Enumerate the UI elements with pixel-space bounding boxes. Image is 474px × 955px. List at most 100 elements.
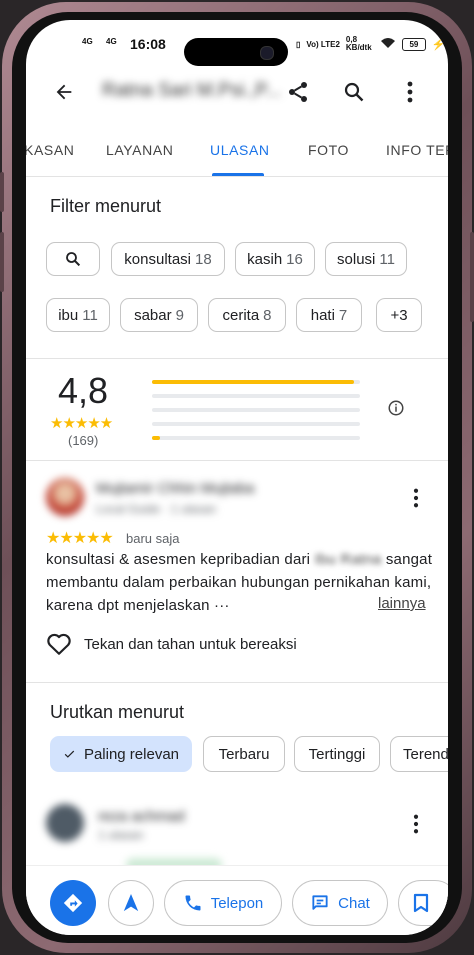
navigation-arrow-icon bbox=[123, 894, 139, 912]
sort-chip-highest[interactable]: Tertinggi bbox=[294, 736, 380, 772]
react-label: Tekan dan tahan untuk bereaksi bbox=[84, 635, 297, 653]
directions-button[interactable] bbox=[50, 880, 96, 926]
active-tab-indicator bbox=[212, 173, 264, 176]
check-icon bbox=[64, 750, 75, 758]
volte-label: Vo) LTE2 bbox=[306, 39, 340, 49]
directions-icon bbox=[63, 893, 83, 913]
chip-label: Tertinggi bbox=[308, 745, 366, 763]
more-options-button[interactable] bbox=[392, 74, 428, 110]
read-more-link[interactable]: lainnya bbox=[378, 595, 426, 612]
rating-bar-4 bbox=[152, 394, 360, 398]
sort-title: Urutkan menurut bbox=[50, 702, 185, 722]
review-time: baru saja bbox=[126, 531, 180, 546]
divider bbox=[26, 358, 448, 359]
review-search-chip[interactable] bbox=[46, 242, 100, 276]
filter-chip-sabar[interactable]: sabar 9 bbox=[120, 298, 198, 332]
reviewer-avatar[interactable] bbox=[46, 478, 84, 516]
sort-chip-lowest[interactable]: Terend bbox=[390, 736, 448, 772]
tab-info[interactable]: INFO TER bbox=[386, 142, 448, 158]
phone-side-button bbox=[0, 172, 4, 212]
top-app-bar: Ratna Sari M.Psi.,P... bbox=[26, 64, 448, 120]
sort-chip-newest[interactable]: Terbaru bbox=[203, 736, 285, 772]
review-text-redacted: Ibu Ratna bbox=[314, 551, 382, 568]
filter-chip-more[interactable]: +3 bbox=[376, 298, 422, 332]
chip-label: Terend bbox=[403, 745, 448, 763]
info-icon bbox=[388, 400, 404, 416]
filter-chip-solusi[interactable]: solusi 11 bbox=[325, 242, 407, 276]
camera-icon bbox=[260, 46, 274, 60]
filter-title: Filter menurut bbox=[50, 196, 162, 216]
reviewer-name[interactable]: reza achmad bbox=[98, 808, 185, 825]
filter-chip-kasih[interactable]: kasih 16 bbox=[235, 242, 315, 276]
chip-count: 11 bbox=[82, 306, 98, 324]
chip-count: 16 bbox=[286, 250, 303, 268]
reviewer-subtitle: Local Guide · 1 ulasan bbox=[96, 502, 217, 516]
screen: 4G 4G 16:08 ▯ Vo) LTE2 0,8 KB/dtk 59 ⚡ R… bbox=[26, 20, 448, 935]
charging-icon: ⚡ bbox=[431, 38, 446, 51]
chip-count: 9 bbox=[175, 306, 184, 324]
more-vert-icon bbox=[413, 488, 419, 508]
divider bbox=[26, 682, 448, 683]
review-more-button[interactable] bbox=[398, 806, 434, 842]
review-more-button[interactable] bbox=[398, 480, 434, 516]
chip-count: 7 bbox=[338, 306, 348, 324]
review-stars: ★★★★★ bbox=[46, 530, 114, 547]
status-bar: 4G 4G 16:08 ▯ Vo) LTE2 0,8 KB/dtk 59 ⚡ bbox=[26, 20, 448, 66]
chip-count: 8 bbox=[263, 306, 272, 324]
network-indicator: 4G bbox=[106, 37, 117, 46]
tab-photos[interactable]: FOTO bbox=[308, 142, 349, 158]
tab-overview[interactable]: KASAN bbox=[26, 142, 74, 158]
sort-chip-relevant[interactable]: Paling relevan bbox=[50, 736, 192, 772]
reviewer-avatar[interactable] bbox=[46, 804, 84, 842]
filter-chip-konsultasi[interactable]: konsultasi 18 bbox=[111, 242, 225, 276]
navigate-button[interactable] bbox=[108, 880, 154, 926]
chip-count: 18 bbox=[195, 250, 212, 268]
save-button[interactable] bbox=[398, 880, 448, 926]
search-icon bbox=[66, 252, 81, 267]
phone-side-button bbox=[470, 232, 474, 322]
rating-stars: ★★★★★ bbox=[50, 415, 113, 432]
arrow-back-icon bbox=[56, 84, 72, 100]
rating-bar-fill bbox=[152, 380, 354, 384]
phone-icon bbox=[185, 895, 201, 911]
filter-chip-cerita[interactable]: cerita 8 bbox=[208, 298, 286, 332]
tab-reviews[interactable]: ULASAN bbox=[210, 142, 270, 158]
vibrate-icon: ▯ bbox=[296, 39, 301, 49]
chip-label: Paling relevan bbox=[83, 745, 179, 763]
network-indicator: 4G bbox=[82, 37, 93, 46]
tab-bar: KASAN LAYANAN ULASAN FOTO INFO TER bbox=[26, 124, 448, 177]
filter-chip-hati[interactable]: hati 7 bbox=[296, 298, 362, 332]
status-time: 16:08 bbox=[130, 36, 166, 52]
chat-label: Chat bbox=[338, 894, 370, 912]
more-vert-icon bbox=[407, 81, 413, 103]
chip-label: hati bbox=[310, 306, 335, 324]
call-label: Telepon bbox=[210, 894, 264, 912]
filter-chip-ibu[interactable]: ibu 11 bbox=[46, 298, 110, 332]
react-button[interactable]: Tekan dan tahan untuk bereaksi bbox=[46, 632, 297, 656]
rating-bar-2 bbox=[152, 422, 360, 426]
reviewer-subtitle: 1 ulasan bbox=[98, 828, 144, 842]
rating-bar-fill bbox=[152, 436, 161, 440]
battery-icon: 59 bbox=[401, 37, 426, 51]
place-title: Ratna Sari M.Psi.,P... bbox=[102, 80, 282, 101]
heart-icon bbox=[47, 633, 71, 655]
rating-bar-1 bbox=[152, 436, 360, 440]
chat-button[interactable]: Chat bbox=[292, 880, 388, 926]
reviewer-name[interactable]: Mujtamir Chhin Mujtaba bbox=[96, 480, 254, 497]
tab-services[interactable]: LAYANAN bbox=[106, 142, 173, 158]
divider bbox=[26, 460, 448, 461]
status-icons: ▯ Vo) LTE2 0,8 KB/dtk 59 ⚡ bbox=[296, 36, 446, 52]
back-button[interactable] bbox=[46, 74, 82, 110]
call-button[interactable]: Telepon bbox=[164, 880, 282, 926]
rating-count: (169) bbox=[68, 433, 99, 448]
chip-label: kasih bbox=[247, 250, 283, 268]
wifi-icon bbox=[380, 37, 396, 52]
phone-side-button bbox=[0, 232, 4, 292]
search-button[interactable] bbox=[336, 74, 372, 110]
chip-label: konsultasi bbox=[124, 250, 191, 268]
chip-label: solusi bbox=[337, 250, 376, 268]
rating-bar-3 bbox=[152, 408, 360, 412]
camera-island bbox=[184, 38, 288, 66]
share-button[interactable] bbox=[280, 74, 316, 110]
rating-info-button[interactable] bbox=[378, 390, 414, 426]
